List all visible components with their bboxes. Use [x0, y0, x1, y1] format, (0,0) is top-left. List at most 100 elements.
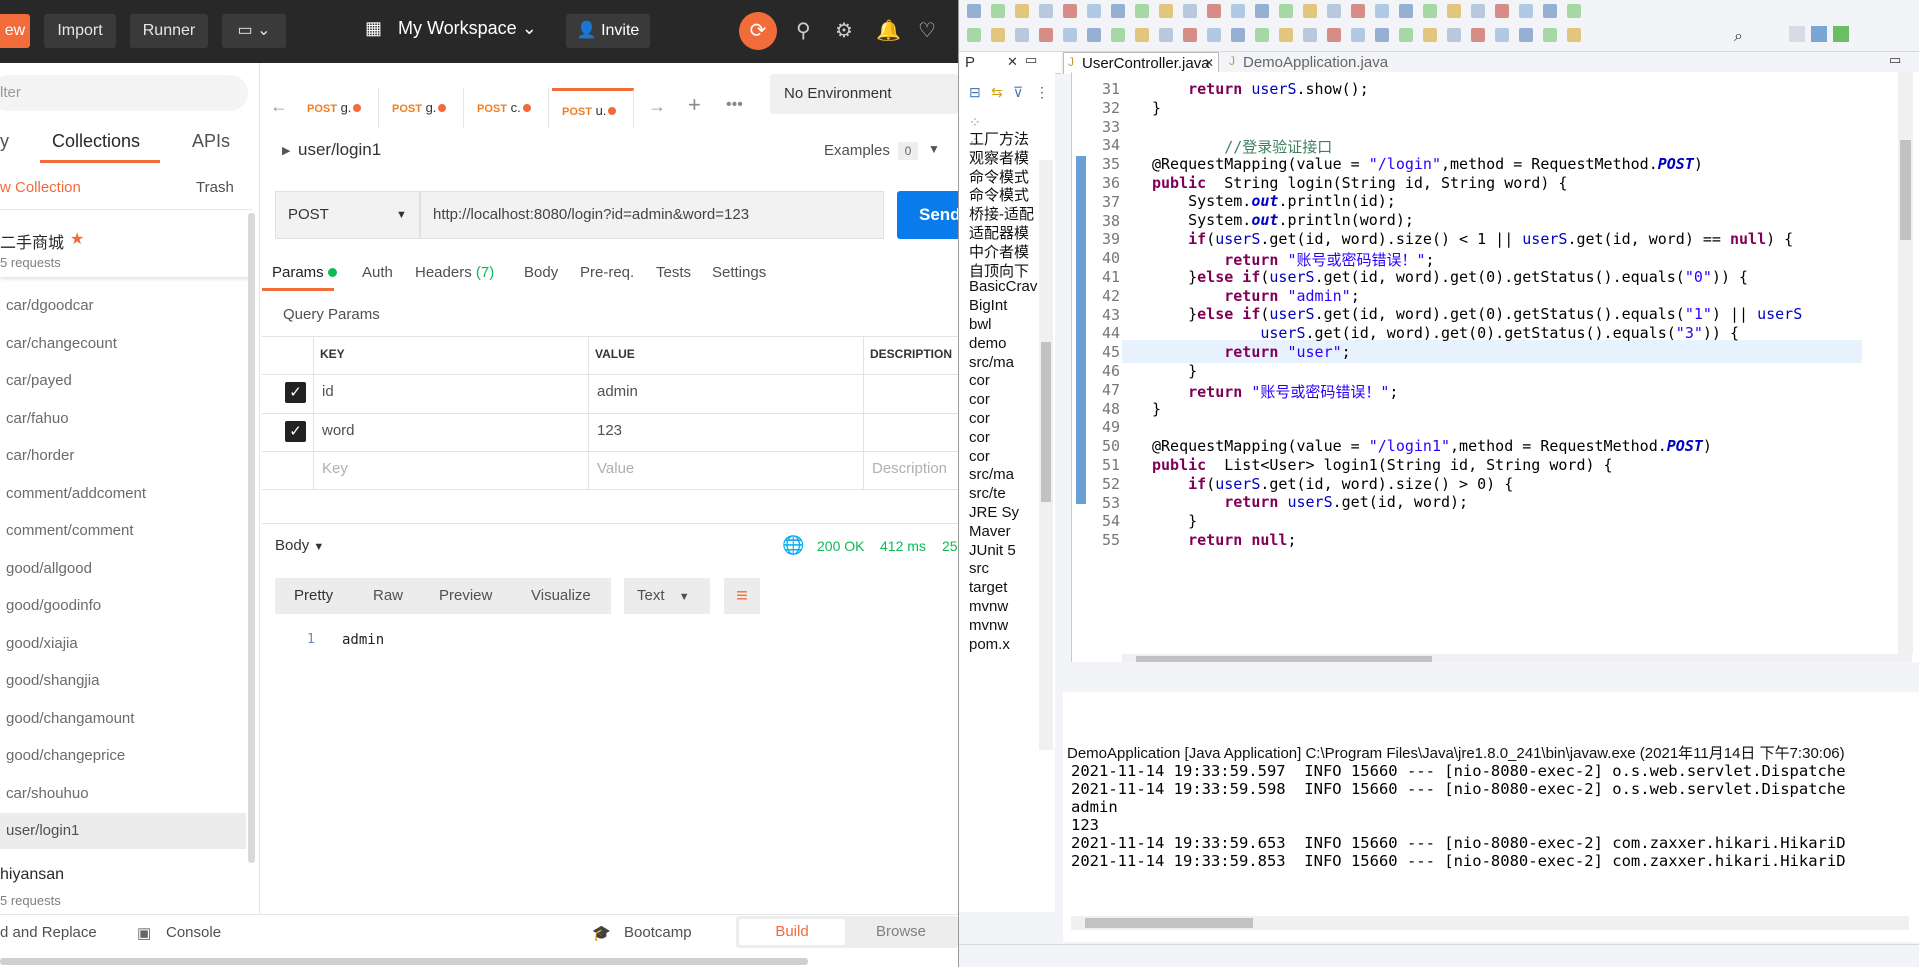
toolbar-icon[interactable]	[1519, 4, 1533, 18]
toolbar-icon[interactable]	[1351, 28, 1365, 42]
tree-item[interactable]: pom.x	[969, 636, 1010, 653]
toolbar-icon[interactable]	[1471, 4, 1485, 18]
toolbar-icon[interactable]	[1135, 28, 1149, 42]
tree-item[interactable]: BasicCrav	[969, 278, 1037, 295]
response-body-toggle[interactable]: Body ▼	[275, 537, 324, 554]
toolbar-icon[interactable]	[967, 28, 981, 42]
tab-prereq[interactable]: Pre-req.	[580, 264, 634, 281]
more-icon[interactable]: •••	[726, 96, 743, 114]
list-item[interactable]: good/goodinfo	[6, 597, 101, 614]
toolbar-icon[interactable]	[1543, 28, 1557, 42]
list-item[interactable]: good/xiajia	[6, 635, 78, 652]
row-checkbox[interactable]: ✓	[285, 382, 306, 403]
param-value[interactable]: 123	[597, 422, 622, 439]
link-editor-icon[interactable]: ⇆	[991, 84, 1003, 101]
list-item-selected[interactable]: user/login1	[6, 822, 79, 839]
response-size[interactable]: 25	[942, 538, 958, 554]
chevron-down-icon[interactable]: ▼	[928, 142, 940, 156]
toolbar-icon[interactable]	[1399, 4, 1413, 18]
view-raw[interactable]: Raw	[373, 587, 403, 604]
tree-item[interactable]: bwl	[969, 316, 992, 333]
workspace-selector[interactable]: My Workspace ⌄	[398, 18, 537, 39]
toolbar-icon[interactable]	[991, 28, 1005, 42]
format-select[interactable]: Text ▼	[624, 578, 710, 614]
tab-left-arrow-icon[interactable]: ←	[270, 96, 288, 117]
toolbar-icon[interactable]	[1255, 4, 1269, 18]
view-preview[interactable]: Preview	[439, 587, 492, 604]
filter-icon[interactable]: ⊽	[1013, 84, 1023, 101]
tree-item[interactable]: BigInt	[969, 297, 1007, 314]
tree-item[interactable]: Maver	[969, 523, 1011, 540]
method-select[interactable]: POST ▼	[275, 191, 420, 239]
tree-item[interactable]: src/ma	[969, 466, 1014, 483]
filter-input[interactable]: lter	[0, 75, 248, 111]
toolbar-icon[interactable]	[1327, 28, 1341, 42]
tab-history[interactable]: y	[0, 131, 9, 152]
request-tab[interactable]: POST g.	[297, 88, 379, 128]
toolbar-icon[interactable]	[1351, 4, 1365, 18]
new-collection-link[interactable]: w Collection	[0, 179, 81, 196]
toolbar-icon[interactable]	[1231, 4, 1245, 18]
heart-icon[interactable]: ♡	[918, 18, 936, 43]
tree-item[interactable]: demo	[969, 335, 1007, 352]
toolbar-icon[interactable]	[1375, 4, 1389, 18]
list-item[interactable]: car/payed	[6, 372, 72, 389]
code-editor[interactable]: 31 32 33 34 35 36 37 38 39 40 41 42 43 44 45 46 47 48 49 50…	[1071, 72, 1919, 662]
request-tab[interactable]: POST c.	[467, 88, 549, 128]
search-icon[interactable]: ⌕	[1734, 28, 1743, 46]
new-tab-icon[interactable]: +	[688, 92, 701, 118]
list-item[interactable]: comment/comment	[6, 522, 134, 539]
satellite-icon[interactable]: ⚲	[796, 18, 811, 43]
sidebar-scrollbar[interactable]	[248, 213, 255, 863]
list-item[interactable]: car/dgoodcar	[6, 297, 94, 314]
tree-item[interactable]: mvnw	[969, 617, 1008, 634]
editor-vscroll-thumb[interactable]	[1900, 140, 1911, 240]
request-title[interactable]: user/login1	[298, 140, 381, 160]
toolbar-icon[interactable]	[1183, 4, 1197, 18]
gear-icon[interactable]: ⚙	[835, 18, 853, 43]
toolbar-icon[interactable]	[1447, 28, 1461, 42]
new-window-button[interactable]: ▭ ⌄	[222, 14, 286, 48]
minimize-icon[interactable]: ▭	[1889, 52, 1901, 68]
import-button[interactable]: Import	[44, 14, 116, 48]
tree-item[interactable]: cor	[969, 448, 990, 465]
toolbar-icon[interactable]	[1519, 28, 1533, 42]
toolbar-icon[interactable]	[1471, 28, 1485, 42]
toolbar-icon[interactable]	[1039, 4, 1053, 18]
collection2-name[interactable]: hiyansan	[0, 866, 64, 884]
param-value[interactable]: admin	[597, 383, 638, 400]
list-item[interactable]: car/shouhuo	[6, 785, 89, 802]
toolbar-icon[interactable]	[1303, 28, 1317, 42]
debug-perspective-icon[interactable]	[1833, 26, 1849, 42]
toolbar-icon[interactable]	[1159, 4, 1173, 18]
view-menu-icon[interactable]: ⋮	[1035, 84, 1049, 101]
tree-item[interactable]: mvnw	[969, 598, 1008, 615]
tab-body[interactable]: Body	[524, 264, 558, 281]
examples-label[interactable]: Examples	[824, 142, 890, 159]
tree-scrollbar-thumb[interactable]	[1041, 342, 1051, 502]
tree-item[interactable]: cor	[969, 372, 990, 389]
list-item[interactable]: good/changeprice	[6, 747, 125, 764]
url-input[interactable]: http://localhost:8080/login?id=admin&wor…	[420, 191, 884, 239]
minimize-icon[interactable]: ▭	[1025, 52, 1037, 68]
tab-params[interactable]: Params	[272, 264, 337, 281]
description-placeholder[interactable]: Description	[872, 460, 947, 477]
tree-item[interactable]: JUnit 5	[969, 542, 1016, 559]
editor-tab[interactable]: J DemoApplication.java	[1225, 52, 1405, 74]
runner-button[interactable]: Runner	[130, 14, 208, 48]
console-button[interactable]: Console	[166, 924, 221, 941]
list-item[interactable]: good/allgood	[6, 560, 92, 577]
toolbar-icon[interactable]	[1015, 4, 1029, 18]
trash-link[interactable]: Trash	[196, 179, 234, 196]
console-hscroll-thumb[interactable]	[1085, 918, 1253, 928]
list-item[interactable]: good/shangjia	[6, 672, 99, 689]
list-item[interactable]: good/changamount	[6, 710, 134, 727]
toolbar-icon[interactable]	[1111, 28, 1125, 42]
tab-collections[interactable]: Collections	[52, 131, 140, 152]
toolbar-icon[interactable]	[1543, 4, 1557, 18]
toolbar-icon[interactable]	[1279, 28, 1293, 42]
list-item[interactable]: comment/addcoment	[6, 485, 146, 502]
toolbar-icon[interactable]	[1303, 4, 1317, 18]
key-placeholder[interactable]: Key	[322, 460, 348, 477]
toolbar-icon[interactable]	[1111, 4, 1125, 18]
